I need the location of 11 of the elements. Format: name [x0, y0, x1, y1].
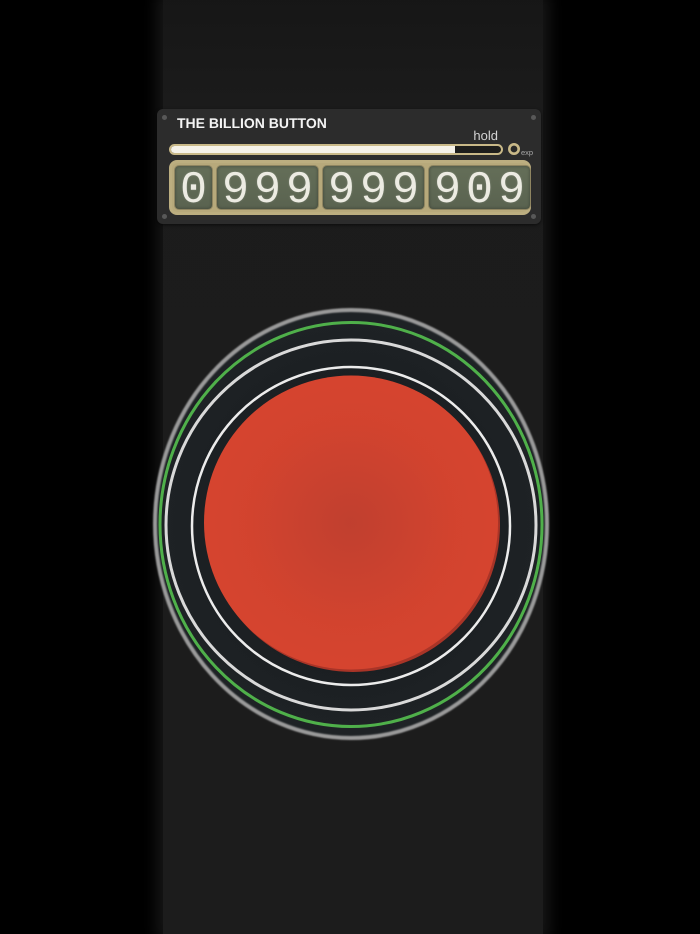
app-title: THE BILLION BUTTON	[177, 115, 327, 131]
ring-icon	[508, 143, 520, 155]
screw-icon	[531, 115, 536, 120]
screw-icon	[531, 214, 536, 219]
counter-digits: 999	[216, 165, 320, 210]
counter-digits: 0	[174, 165, 214, 210]
counter-digits: 909	[428, 165, 532, 210]
hold-label: hold	[473, 130, 499, 142]
screw-icon	[162, 214, 167, 219]
counter-digits: 999	[322, 165, 426, 210]
screw-icon	[162, 115, 167, 120]
